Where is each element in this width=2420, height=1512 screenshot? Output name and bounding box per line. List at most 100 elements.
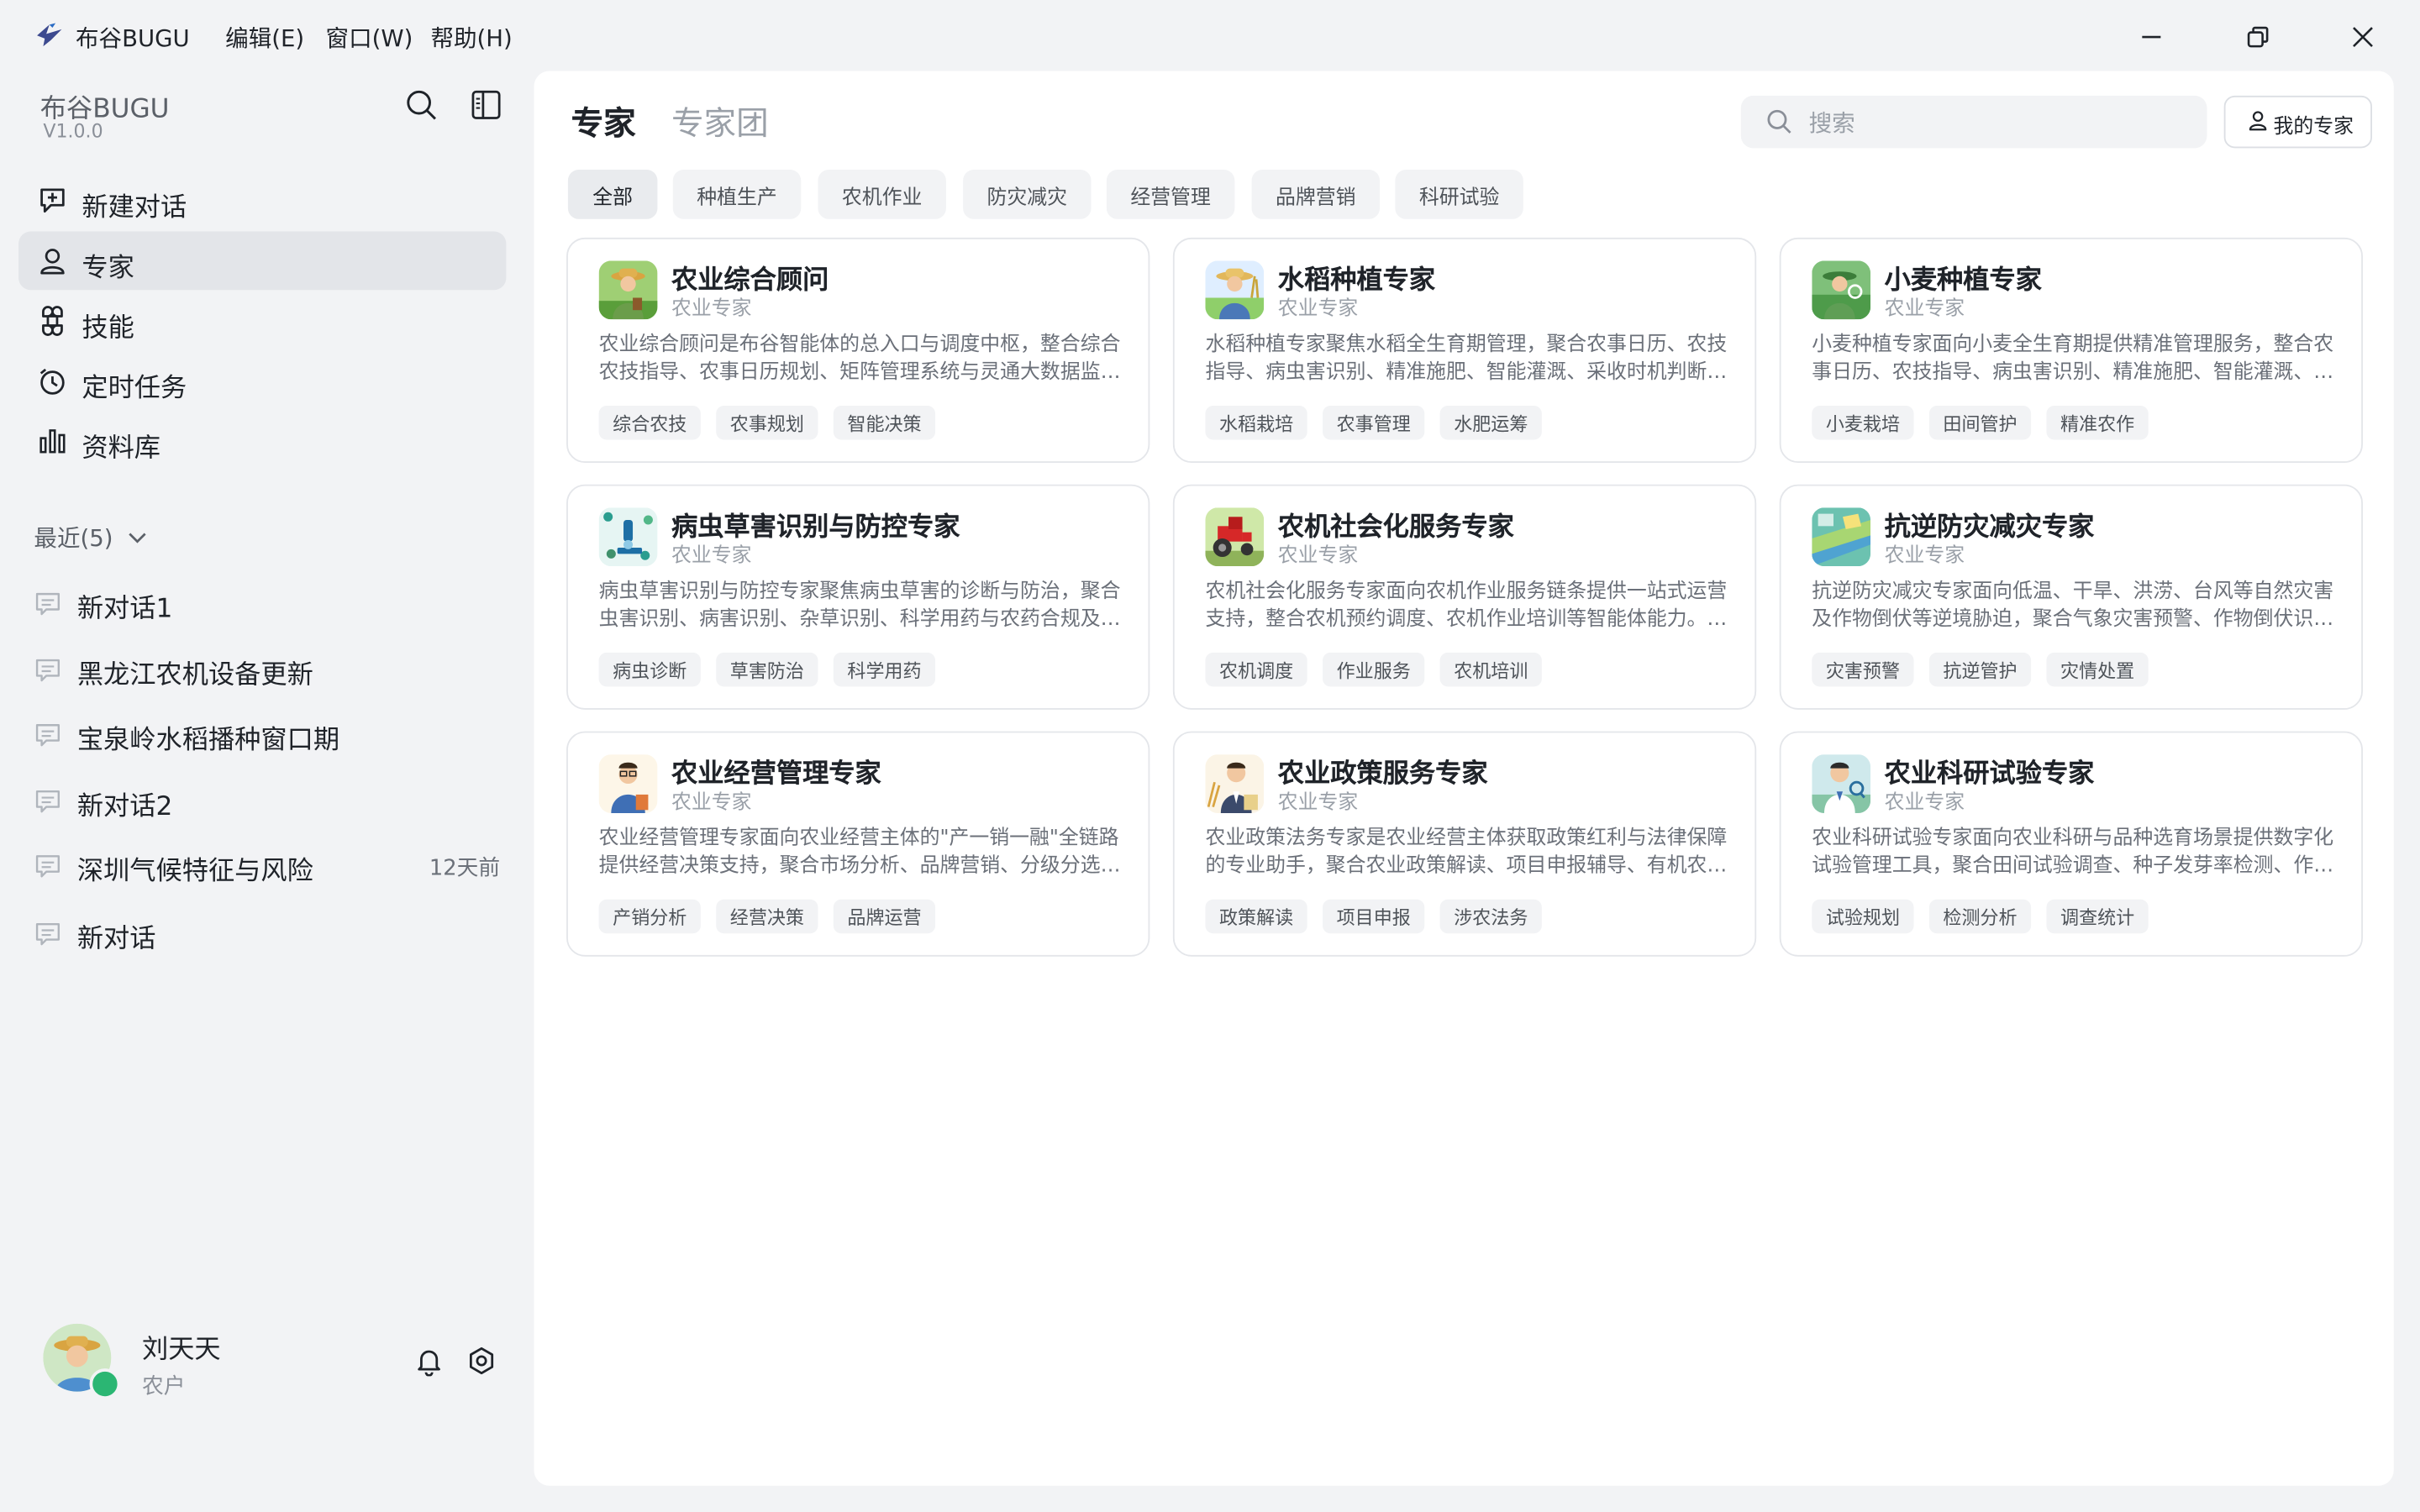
recent-chat-item[interactable]: 宝泉岭水稻播种窗口期 (18, 706, 515, 762)
expert-tag: 抗逆管护 (1928, 652, 2032, 687)
expert-card[interactable]: 农机社会化服务专家 农业专家 农机社会化服务专家面向农机作业服务链条提供一站式运… (1172, 484, 1757, 710)
expert-tag: 品牌运营 (833, 899, 936, 934)
tab-experts[interactable]: 专家 (571, 99, 636, 145)
expert-description: 农机社会化服务专家面向农机作业服务链条提供一站式运营支持，整合农机预约调度、农机… (1205, 580, 1728, 632)
filter-machinery[interactable]: 农机作业 (818, 170, 946, 219)
expert-description: 农业科研试验专家面向农业科研与品种选育场景提供数字化试验管理工具，聚合田间试验调… (1812, 827, 2334, 879)
expert-card[interactable]: 农业政策服务专家 农业专家 农业政策法务专家是农业经营主体获取政策红利与法律保障… (1172, 731, 1757, 957)
expert-card[interactable]: 小麦种植专家 农业专家 小麦种植专家面向小麦全生育期提供精准管理服务，整合农事日… (1779, 237, 2363, 464)
expert-tags: 灾害预警 抗逆管护 灾情处置 (1812, 652, 2149, 687)
expert-tag: 农机调度 (1205, 652, 1307, 687)
expert-card[interactable]: 农业综合顾问 农业专家 农业综合顾问是布谷智能体的总入口与调度中枢，整合综合农技… (566, 237, 1150, 464)
expert-title: 农机社会化服务专家 (1277, 512, 1514, 543)
expert-tag: 灾害预警 (1812, 652, 1914, 687)
nav-skills[interactable]: 技能 (18, 291, 506, 350)
recent-chat-label: 新对话 (76, 924, 156, 955)
command-icon (42, 306, 63, 336)
expert-title: 农业综合顾问 (671, 265, 829, 297)
expert-card[interactable]: 抗逆防灾减灾专家 农业专家 抗逆防灾减灾专家面向低温、干旱、洪涝、台风等自然灾害… (1779, 484, 2363, 710)
nav-new-chat[interactable]: 新建对话 (18, 171, 506, 230)
chat-bubble-icon (35, 659, 60, 682)
expert-card[interactable]: 病虫草害识别与防控专家 农业专家 病虫草害识别与防控专家聚焦病虫草害的诊断与防治… (566, 484, 1150, 710)
expert-avatar (1205, 260, 1265, 320)
toggle-sidebar-button[interactable] (468, 87, 505, 123)
expert-card[interactable]: 农业经营管理专家 农业专家 农业经营管理专家面向农业经营主体的"产一销一融"全链… (566, 731, 1150, 957)
filter-management[interactable]: 经营管理 (1106, 170, 1235, 219)
restore-button[interactable] (2239, 18, 2276, 55)
nav-experts[interactable]: 专家 (18, 231, 507, 291)
expert-category: 农业专家 (1884, 297, 1965, 322)
expert-tag: 作业服务 (1323, 652, 1425, 687)
filter-all[interactable]: 全部 (567, 170, 658, 219)
expert-category: 农业专家 (1277, 297, 1359, 322)
app-title: 布谷BUGU (75, 24, 190, 53)
expert-tag: 经营决策 (716, 899, 818, 934)
recent-chat-item[interactable]: 新对话2 (18, 773, 515, 828)
microscope-icon (598, 507, 658, 567)
notifications-button[interactable] (412, 1344, 445, 1378)
recent-toggle[interactable]: 最近(5) (34, 522, 148, 554)
expert-tag: 检测分析 (1928, 899, 2032, 934)
recent-chat-label: 黑龙江农机设备更新 (76, 660, 313, 691)
expert-description: 抗逆防灾减灾专家面向低温、干旱、洪涝、台风等自然灾害及作物倒伏等逆境胁迫，聚合气… (1812, 580, 2334, 632)
recent-chat-label: 新对话2 (76, 791, 173, 822)
clock-icon (39, 368, 65, 395)
recent-chat-item[interactable]: 深圳气候特征与风险 12天前 (18, 837, 515, 893)
menu-edit[interactable]: 编辑(E) (225, 22, 304, 55)
wheat-farmer-icon (1812, 260, 1871, 320)
bird-logo-icon (37, 23, 62, 47)
expert-card[interactable]: 农业科研试验专家 农业专家 农业科研试验专家面向农业科研与品种选育场景提供数字化… (1779, 731, 2363, 957)
expert-avatar (1205, 507, 1265, 567)
minimize-button[interactable] (2133, 18, 2170, 55)
filter-marketing[interactable]: 品牌营销 (1251, 170, 1381, 219)
recent-chat-item[interactable]: 新对话 (18, 906, 515, 961)
recent-chat-item[interactable]: 新对话1 (18, 575, 515, 631)
nav-label: 技能 (82, 312, 134, 344)
recent-chat-label: 深圳气候特征与风险 (76, 856, 313, 888)
settings-button[interactable] (465, 1344, 498, 1378)
close-icon (2353, 27, 2373, 48)
search-button[interactable] (402, 87, 439, 123)
expert-category: 农业专家 (1277, 791, 1359, 815)
tractor-icon (1205, 507, 1265, 567)
expert-title: 病虫草害识别与防控专家 (671, 512, 960, 543)
user-role: 农户 (141, 1374, 186, 1399)
expert-avatar (598, 754, 658, 813)
expert-card[interactable]: 水稻种植专家 农业专家 水稻种植专家聚焦水稻全生育期管理，聚合农事日历、农技指导… (1172, 237, 1757, 464)
expert-tags: 产销分析 经营决策 品牌运营 (598, 899, 936, 934)
menu-help[interactable]: 帮助(H) (430, 22, 512, 55)
expert-title: 农业政策服务专家 (1277, 759, 1488, 790)
expert-tag: 调查统计 (2046, 899, 2149, 934)
expert-avatar (1205, 754, 1265, 813)
close-window-button[interactable] (2344, 18, 2381, 55)
expert-title: 抗逆防灾减灾专家 (1884, 512, 2095, 543)
my-experts-button[interactable]: 我的专家 (2223, 95, 2373, 149)
expert-description: 病虫草害识别与防控专家聚焦病虫草害的诊断与防治，聚合虫害识别、病害识别、杂草识别… (598, 580, 1121, 632)
recent-chat-time: 12天前 (429, 856, 501, 881)
nav-label: 专家 (82, 253, 134, 284)
farmer-advisor-icon (598, 260, 658, 320)
expert-title: 小麦种植专家 (1884, 265, 2042, 297)
recent-chat-label: 宝泉岭水稻播种窗口期 (76, 725, 340, 756)
recent-chat-item[interactable]: 黑龙江农机设备更新 (18, 642, 515, 697)
search-icon (407, 90, 436, 120)
expert-title: 农业经营管理专家 (671, 759, 881, 790)
expert-description: 农业经营管理专家面向农业经营主体的"产一销一融"全链路提供经营决策支持，聚合市场… (598, 827, 1121, 879)
title-bar: 布谷BUGU 编辑(E) 窗口(W) 帮助(H) (0, 0, 2420, 71)
business-manager-icon (598, 754, 658, 813)
nav-scheduled-tasks[interactable]: 定时任务 (18, 352, 506, 411)
expert-tag: 试验规划 (1812, 899, 1914, 934)
search-input[interactable] (1805, 95, 2198, 151)
main-panel: 专家 专家团 我的专家 全部 种植生产 农机作业 防灾减灾 经营管理 品牌营销 … (534, 71, 2394, 1486)
tab-expert-teams[interactable]: 专家团 (671, 99, 769, 145)
chat-bubble-icon (35, 790, 60, 813)
filter-research[interactable]: 科研试验 (1395, 170, 1523, 219)
expert-avatar (1812, 754, 1871, 813)
filter-disaster[interactable]: 防灾减灾 (963, 170, 1092, 219)
filter-planting[interactable]: 种植生产 (672, 170, 802, 219)
search-box (1740, 95, 2207, 151)
menu-window[interactable]: 窗口(W) (326, 22, 413, 55)
nav-library[interactable]: 资料库 (18, 412, 506, 470)
bar-chart-icon (39, 429, 66, 454)
expert-avatar (1812, 507, 1871, 567)
